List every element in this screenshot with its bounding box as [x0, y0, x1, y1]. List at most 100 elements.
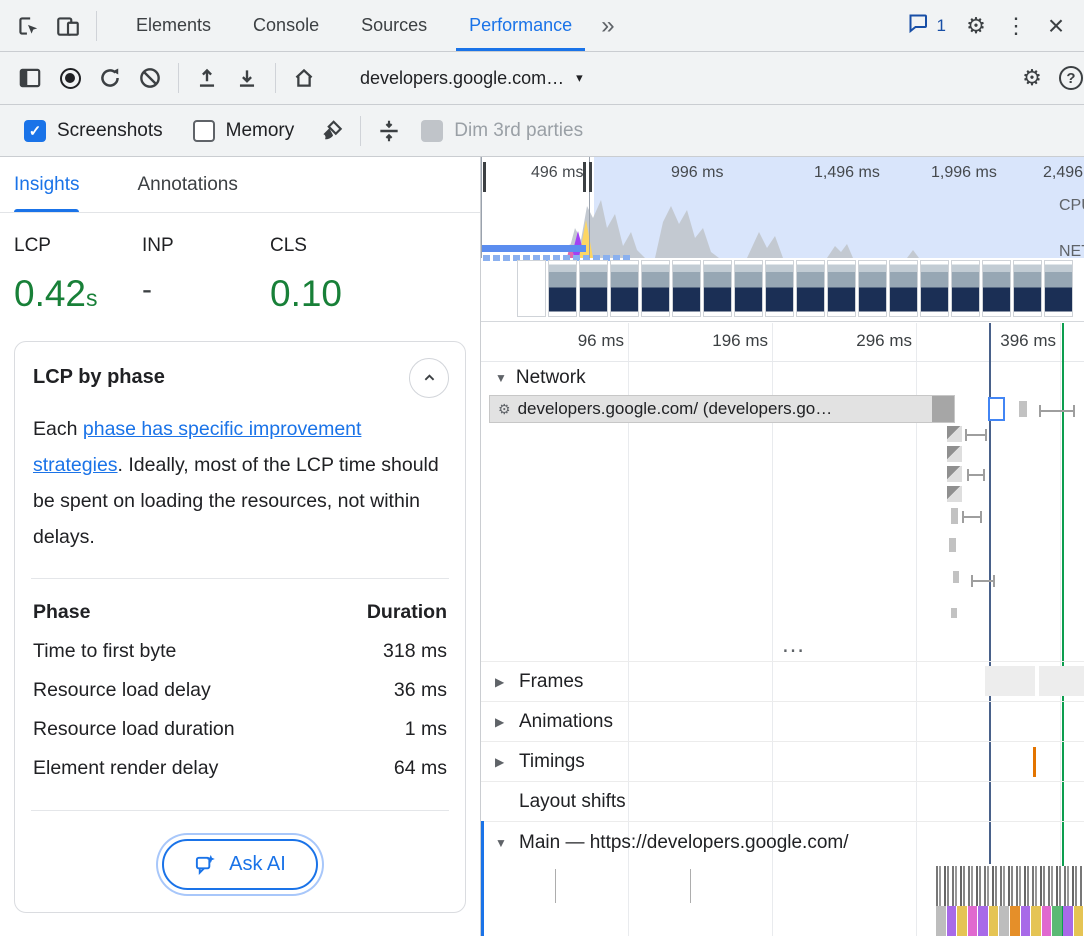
ruler-time-label: 96 ms — [554, 331, 624, 351]
screenshot-thumbnail[interactable] — [672, 260, 701, 317]
screenshot-thumbnail[interactable] — [610, 260, 639, 317]
triangle-expanded-icon: ▼ — [495, 371, 507, 385]
reload-and-record-icon[interactable] — [90, 58, 130, 98]
screenshot-thumbnail[interactable] — [548, 260, 577, 317]
main-thread-track[interactable]: ▼ Main — https://developers.google.com/ — [481, 821, 1084, 864]
timing-marker[interactable] — [1033, 747, 1036, 777]
screenshot-thumbnail[interactable] — [796, 260, 825, 317]
phase-duration: 64 ms — [394, 757, 447, 780]
network-request-item[interactable] — [951, 508, 958, 524]
network-request-selected[interactable] — [988, 397, 1005, 421]
tab-elements[interactable]: Elements — [115, 0, 232, 51]
network-request-bar[interactable]: ⚙ developers.google.com/ (developers.go… — [489, 395, 955, 423]
load-profile-icon[interactable] — [187, 58, 227, 98]
screenshot-thumbnail[interactable] — [1044, 260, 1073, 317]
home-icon[interactable] — [284, 58, 324, 98]
network-request-item[interactable] — [953, 571, 959, 583]
screenshot-thumbnail[interactable] — [827, 260, 856, 317]
tab-sources[interactable]: Sources — [340, 0, 448, 51]
screenshot-thumbnail[interactable] — [920, 260, 949, 317]
screenshot-thumbnail[interactable] — [703, 260, 732, 317]
screenshot-thumbnail[interactable] — [641, 260, 670, 317]
metric-inp: INP - — [142, 235, 270, 315]
network-track-header[interactable]: ▼ Network — [495, 367, 586, 389]
devtools-window: Elements Console Sources Performance » 1… — [0, 0, 1084, 936]
metric-value: 0.10 — [270, 273, 342, 314]
tab-insights[interactable]: Insights — [14, 157, 79, 212]
screenshot-thumbnail[interactable] — [1013, 260, 1042, 317]
screenshot-thumbnail[interactable] — [579, 260, 608, 317]
screenshot-thumbnail[interactable] — [765, 260, 794, 317]
inspect-element-icon[interactable] — [8, 6, 48, 46]
tab-performance[interactable]: Performance — [448, 0, 593, 51]
flame-chart-categories[interactable] — [936, 906, 1083, 936]
network-request-whisker — [967, 469, 985, 481]
layout-shifts-track-label: Layout shifts — [519, 791, 626, 813]
metric-value: 0.42 — [14, 273, 86, 314]
metric-value: - — [142, 273, 152, 306]
memory-checkbox[interactable]: Memory — [193, 120, 295, 142]
timeline-overview[interactable]: 496 ms 996 ms 1,496 ms 1,996 ms 2,496 ms… — [481, 157, 1084, 322]
save-profile-icon[interactable] — [227, 58, 267, 98]
divider — [31, 578, 449, 579]
screenshots-checkbox[interactable]: ✓ Screenshots — [24, 120, 163, 142]
record-button[interactable] — [50, 58, 90, 98]
history-selected-label: developers.google.com… — [360, 68, 564, 89]
screenshot-filmstrip[interactable] — [517, 260, 1073, 317]
network-request-item[interactable] — [947, 426, 962, 442]
frames-track-label: Frames — [519, 671, 583, 693]
ask-ai-label: Ask AI — [229, 853, 286, 876]
tab-annotations[interactable]: Annotations — [137, 157, 237, 212]
message-bubble-icon — [906, 11, 930, 40]
network-request-item[interactable] — [949, 538, 956, 552]
help-icon[interactable]: ? — [1052, 59, 1084, 97]
network-request-item[interactable] — [947, 446, 962, 462]
close-devtools-icon[interactable]: × — [1036, 6, 1076, 46]
screenshot-thumbnail[interactable] — [889, 260, 918, 317]
frame-thumbnail[interactable] — [985, 666, 1035, 696]
screenshot-thumbnail[interactable] — [734, 260, 763, 317]
network-request-item[interactable] — [947, 466, 962, 482]
toggle-sidebar-icon[interactable] — [10, 58, 50, 98]
console-messages-button[interactable]: 1 — [896, 11, 956, 40]
window-right-handle[interactable] — [583, 162, 592, 192]
separator — [96, 11, 97, 41]
animations-track[interactable]: ▶ Animations — [481, 701, 1084, 741]
tab-console[interactable]: Console — [232, 0, 340, 51]
track-resize-handle-icon[interactable]: … — [781, 633, 807, 657]
ask-ai-button[interactable]: Ask AI — [162, 839, 318, 890]
overview-time-label: 1,996 ms — [931, 164, 997, 182]
capture-settings-gear-icon[interactable]: ⚙ — [1012, 58, 1052, 98]
window-left-handle[interactable] — [481, 162, 486, 192]
metric-lcp: LCP 0.42s — [14, 235, 142, 315]
more-tabs-icon[interactable]: » — [593, 12, 622, 40]
screenshot-thumbnail[interactable] — [858, 260, 887, 317]
settings-gear-icon[interactable]: ⚙ — [956, 6, 996, 46]
timings-track[interactable]: ▶ Timings — [481, 741, 1084, 781]
screenshot-thumbnail[interactable] — [517, 260, 546, 317]
screenshot-thumbnail[interactable] — [982, 260, 1011, 317]
collapse-rows-icon[interactable] — [369, 111, 409, 151]
device-toolbar-icon[interactable] — [48, 6, 88, 46]
ruler-time-label: 196 ms — [698, 331, 768, 351]
phase-name: Element render delay — [33, 757, 218, 780]
phase-duration: 1 ms — [405, 718, 447, 741]
card-title: LCP by phase — [33, 366, 165, 389]
history-dropdown[interactable]: developers.google.com… ▾ — [350, 62, 593, 95]
task-boundary-line — [690, 869, 691, 903]
table-row: Resource load delay 36 ms — [31, 671, 449, 710]
ask-ai-icon — [194, 853, 217, 876]
network-request-item[interactable] — [1019, 401, 1027, 417]
overview-time-label: 496 ms — [531, 164, 583, 182]
network-request-item[interactable] — [951, 608, 957, 618]
more-options-icon[interactable]: ⋮ — [996, 6, 1036, 46]
table-row: Time to first byte 318 ms — [31, 632, 449, 671]
layout-shifts-track[interactable]: Layout shifts — [481, 781, 1084, 821]
frame-thumbnail[interactable] — [1039, 666, 1084, 696]
screenshot-thumbnail[interactable] — [951, 260, 980, 317]
clear-recording-icon[interactable] — [130, 58, 170, 98]
flame-chart-activity[interactable] — [936, 866, 1083, 906]
collapse-card-button[interactable] — [409, 358, 449, 398]
collect-garbage-icon[interactable] — [312, 111, 352, 151]
network-request-item[interactable] — [947, 486, 962, 502]
